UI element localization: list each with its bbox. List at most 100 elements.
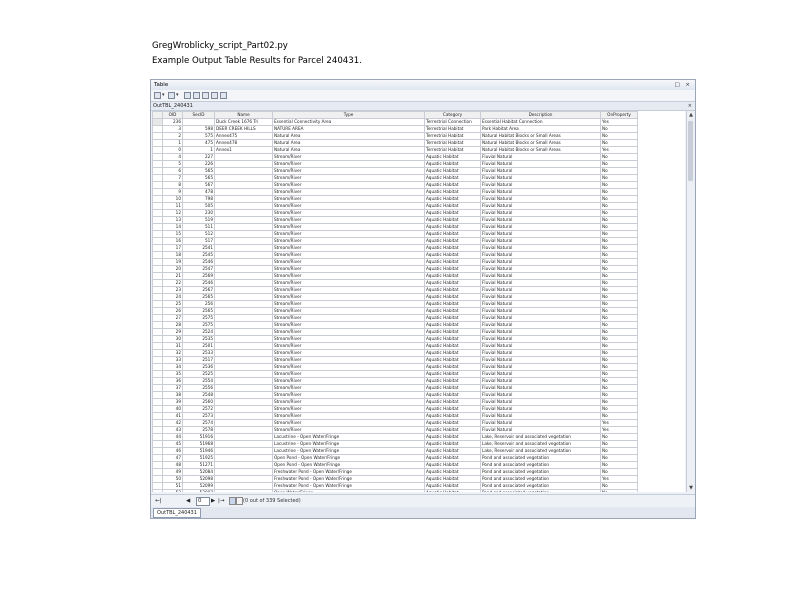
row-selector[interactable] (152, 209, 163, 217)
row-selector[interactable] (152, 426, 163, 434)
table-row[interactable]: 0 1 Annex1 Natural Area Terrestrial Habitat N… (152, 146, 638, 154)
window-controls[interactable]: □ × (674, 81, 692, 89)
row-selector[interactable] (152, 188, 163, 196)
row-selector[interactable] (152, 118, 163, 126)
table-row[interactable]: 32 2533 Stream/River Aquatic Habitat Fluvial… (152, 349, 638, 357)
row-selector[interactable] (152, 461, 163, 469)
table-row[interactable]: 50 52098 Freshwater Pond - Open Water/Frin… (152, 475, 638, 483)
table-row[interactable]: 25 256 Stream/River Aquatic Habitat Fluvial … (152, 300, 638, 308)
next-record-icon[interactable]: ▶ (211, 495, 215, 507)
related-tables-icon[interactable] (168, 92, 175, 99)
table-row[interactable]: 41 2573 Stream/River Aquatic Habitat Fluvial… (152, 412, 638, 420)
row-selector[interactable] (152, 139, 163, 147)
table-row[interactable]: 17 2541 Stream/River Aquatic Habitat Fluvial… (152, 244, 638, 252)
table-row[interactable]: 23 2567 Stream/River Aquatic Habitat Fluvial… (152, 286, 638, 294)
table-row[interactable]: 20 2547 Stream/River Aquatic Habitat Fluvial… (152, 265, 638, 273)
row-selector[interactable] (152, 216, 163, 224)
table-row[interactable]: 28 2575 Stream/River Aquatic Habitat Fluvial… (152, 321, 638, 329)
switch-selection-icon[interactable] (193, 92, 200, 99)
row-selector[interactable] (152, 279, 163, 287)
row-selector[interactable] (152, 286, 163, 294)
row-selector[interactable] (152, 468, 163, 476)
row-selector[interactable] (152, 125, 163, 133)
table-row[interactable]: 47 51925 Open Pond - Open Water/Fringe Aqua… (152, 454, 638, 462)
table-row[interactable]: 26 2565 Stream/River Aquatic Habitat Fluvial… (152, 307, 638, 315)
row-selector[interactable] (152, 258, 163, 266)
clear-selection-icon[interactable] (202, 92, 209, 99)
row-selector[interactable] (152, 202, 163, 210)
table-row[interactable]: 38 2548 Stream/River Aquatic Habitat Fluvial… (152, 391, 638, 399)
chevron-down-icon[interactable]: ▾ (162, 92, 165, 99)
row-selector[interactable] (152, 195, 163, 203)
row-selector[interactable] (152, 328, 163, 336)
row-selector[interactable] (152, 132, 163, 140)
row-selector[interactable] (152, 335, 163, 343)
table-row[interactable]: 27 2575 Stream/River Aquatic Habitat Fluvial… (152, 314, 638, 322)
scroll-up-icon[interactable]: ▲ (687, 111, 695, 119)
row-selector[interactable] (152, 160, 163, 168)
row-selector[interactable] (152, 440, 163, 448)
row-selector[interactable] (152, 433, 163, 441)
row-selector[interactable] (152, 272, 163, 280)
table-row[interactable]: 35 2525 Stream/River Aquatic Habitat Fluvial… (152, 370, 638, 378)
table-row[interactable]: 49 52084 Freshwater Pond - Open Water/Frin… (152, 468, 638, 476)
close-icon[interactable]: × (688, 102, 692, 110)
table-row[interactable]: 48 51271 Open Pond - Open Water/Fringe Aqua… (152, 461, 638, 469)
table-row[interactable]: 33 2517 Stream/River Aquatic Habitat Fluvial… (152, 356, 638, 364)
table-row[interactable]: 6 565 Stream/River Aquatic Habitat Fluvial N… (152, 167, 638, 175)
table-row[interactable]: 30 2535 Stream/River Aquatic Habitat Fluvial… (152, 335, 638, 343)
vertical-scrollbar[interactable]: ▲ ▼ (686, 111, 695, 492)
row-selector[interactable] (152, 181, 163, 189)
row-selector[interactable] (152, 174, 163, 182)
row-selector[interactable] (152, 482, 163, 490)
row-selector[interactable] (152, 447, 163, 455)
column-header[interactable]: Name (214, 111, 273, 119)
table-row[interactable]: 16 517 Stream/River Aquatic Habitat Fluvial … (152, 237, 638, 245)
table-row[interactable]: 3 598 DEER CREEK HILLS NATURE AREA Terrestri… (152, 125, 638, 133)
table-row[interactable]: 1 475 Annex478 Natural Area Terrestrial Habi… (152, 139, 638, 147)
column-header[interactable]: OID (162, 111, 183, 119)
table-tab-name[interactable]: OutTBL_240431 (153, 102, 193, 110)
table-row[interactable]: 12 230 Stream/River Aquatic Habitat Fluvial … (152, 209, 638, 217)
row-selector[interactable] (152, 391, 163, 399)
table-row[interactable]: 14 511 Stream/River Aquatic Habitat Fluvial … (152, 223, 638, 231)
row-selector[interactable] (152, 405, 163, 413)
row-selector[interactable] (152, 307, 163, 315)
row-selector[interactable] (152, 412, 163, 420)
row-selector[interactable] (152, 321, 163, 329)
table-row[interactable]: 2 575 Annex475 Natural Area Terrestrial Habi… (152, 132, 638, 140)
table-row[interactable]: 31 2501 Stream/River Aquatic Habitat Fluvial… (152, 342, 638, 350)
row-selector[interactable] (152, 230, 163, 238)
table-row[interactable]: 22 2546 Stream/River Aquatic Habitat Fluvial… (152, 279, 638, 287)
row-selector[interactable] (152, 377, 163, 385)
row-selector[interactable] (152, 419, 163, 427)
row-selector[interactable] (152, 251, 163, 259)
table-row[interactable]: 18 2545 Stream/River Aquatic Habitat Fluvial… (152, 251, 638, 259)
chevron-down-icon[interactable]: ▾ (176, 92, 179, 99)
table-row[interactable]: 236 Duck Creek 1676 Tri Essential Connecti… (152, 118, 638, 126)
table-row[interactable]: 5 226 Stream/River Aquatic Habitat Fluvial N… (152, 160, 638, 168)
row-selector[interactable] (152, 223, 163, 231)
row-selector[interactable] (152, 153, 163, 161)
delete-selected-icon[interactable] (220, 92, 227, 99)
table-row[interactable]: 34 2536 Stream/River Aquatic Habitat Fluvial… (152, 363, 638, 371)
table-row[interactable]: 19 2546 Stream/River Aquatic Habitat Fluvial… (152, 258, 638, 266)
row-selector[interactable] (152, 349, 163, 357)
table-options-icon[interactable] (154, 92, 161, 99)
row-selector[interactable] (152, 342, 163, 350)
previous-record-icon[interactable]: ◀ (186, 495, 190, 507)
last-record-icon[interactable]: |→ (218, 495, 224, 507)
attribute-table-grid[interactable]: OID SecID Name Type Category Description OnPro… (152, 111, 685, 492)
table-row[interactable]: 29 2524 Stream/River Aquatic Habitat Fluvial… (152, 328, 638, 336)
table-row[interactable]: 46 51946 Lacustrine - Open Water/Fringe Aqu… (152, 447, 638, 455)
select-by-attributes-icon[interactable] (184, 92, 191, 99)
table-row[interactable]: 11 505 Stream/River Aquatic Habitat Fluvial … (152, 202, 638, 210)
table-row[interactable]: 51 52099 Freshwater Pond - Open Water/Frin… (152, 482, 638, 490)
table-row[interactable]: 24 2565 Stream/River Aquatic Habitat Fluvial… (152, 293, 638, 301)
table-row[interactable]: 43 2578 Stream/River Aquatic Habitat Fluvial… (152, 426, 638, 434)
scrollbar-thumb[interactable] (688, 121, 693, 181)
table-row[interactable]: 45 51968 Lacustrine - Open Water/Fringe Aqu… (152, 440, 638, 448)
table-row[interactable]: 21 2569 Stream/River Aquatic Habitat Fluvial… (152, 272, 638, 280)
table-row[interactable]: 8 567 Stream/River Aquatic Habitat Fluvial N… (152, 181, 638, 189)
row-selector[interactable] (152, 384, 163, 392)
